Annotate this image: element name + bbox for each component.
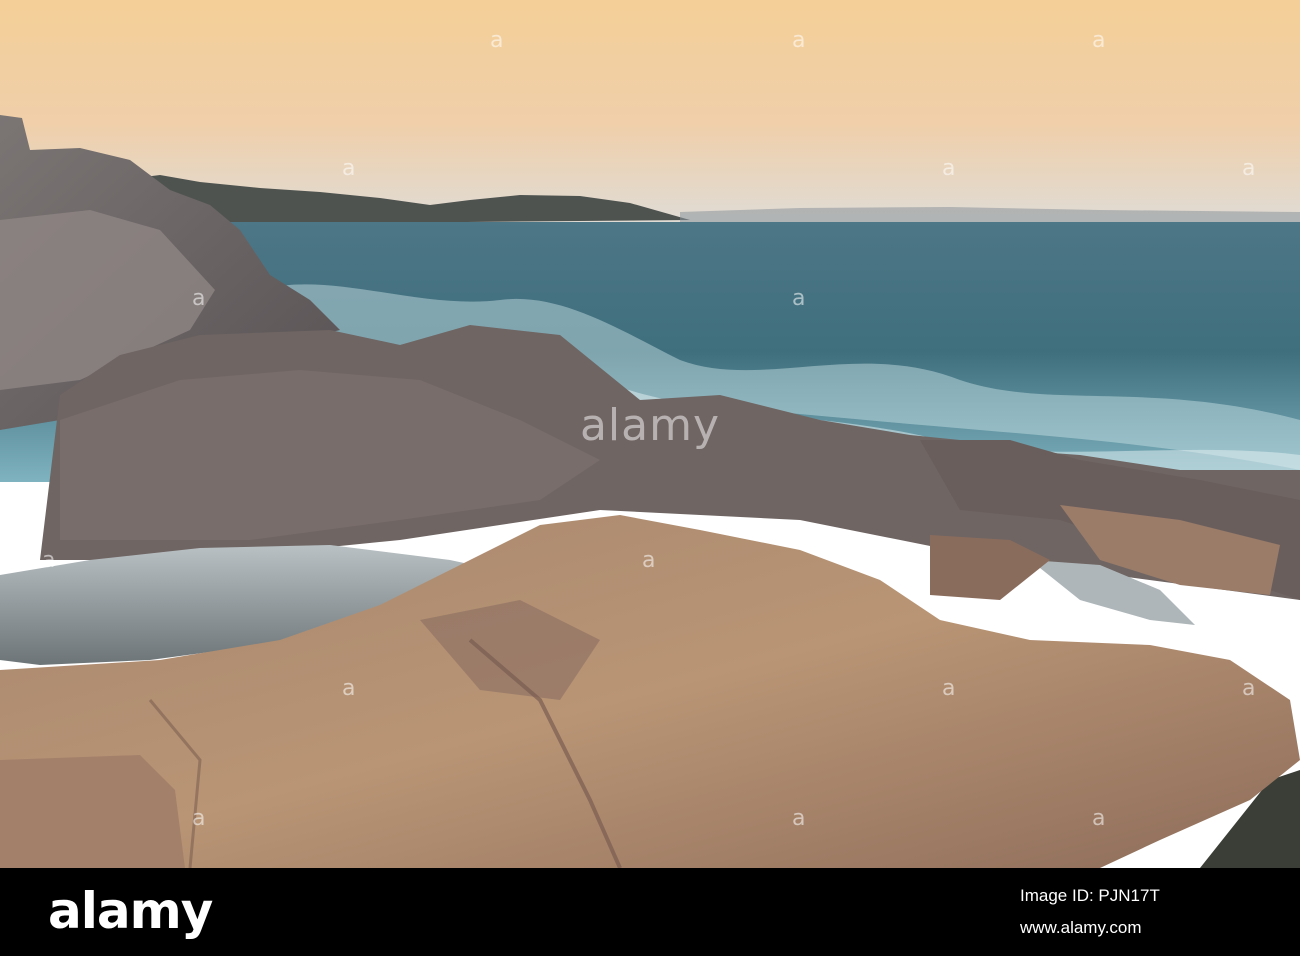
watermark-mark: a xyxy=(792,28,806,53)
watermark-mark: a xyxy=(1092,806,1106,831)
watermark-mark: a xyxy=(42,548,56,573)
watermark-mark: a xyxy=(792,286,806,311)
watermark-text: alamy xyxy=(579,400,721,451)
watermark-mark: a xyxy=(642,548,656,573)
watermark-mark: a xyxy=(792,806,806,831)
image-id-label: Image ID: PJN17T xyxy=(1020,886,1160,905)
watermark-mark: a xyxy=(942,676,956,701)
watermark-mark: a xyxy=(342,156,356,181)
site-url[interactable]: www.alamy.com xyxy=(1020,918,1142,938)
footer-bar: alamy Image ID: PJN17T www.alamy.com xyxy=(0,868,1300,956)
watermark-mark: a xyxy=(192,286,206,311)
watermark-mark: a xyxy=(192,806,206,831)
watermark-mark: a xyxy=(490,28,504,53)
photo: alamy a a a a a a a a a a a a a a a a xyxy=(0,0,1300,868)
brand-logo[interactable]: alamy xyxy=(48,882,213,940)
watermark-mark: a xyxy=(942,156,956,181)
watermark-mark: a xyxy=(342,676,356,701)
watermark-mark: a xyxy=(1242,676,1256,701)
watermark-mark: a xyxy=(1242,156,1256,181)
watermark-mark: a xyxy=(1092,28,1106,53)
